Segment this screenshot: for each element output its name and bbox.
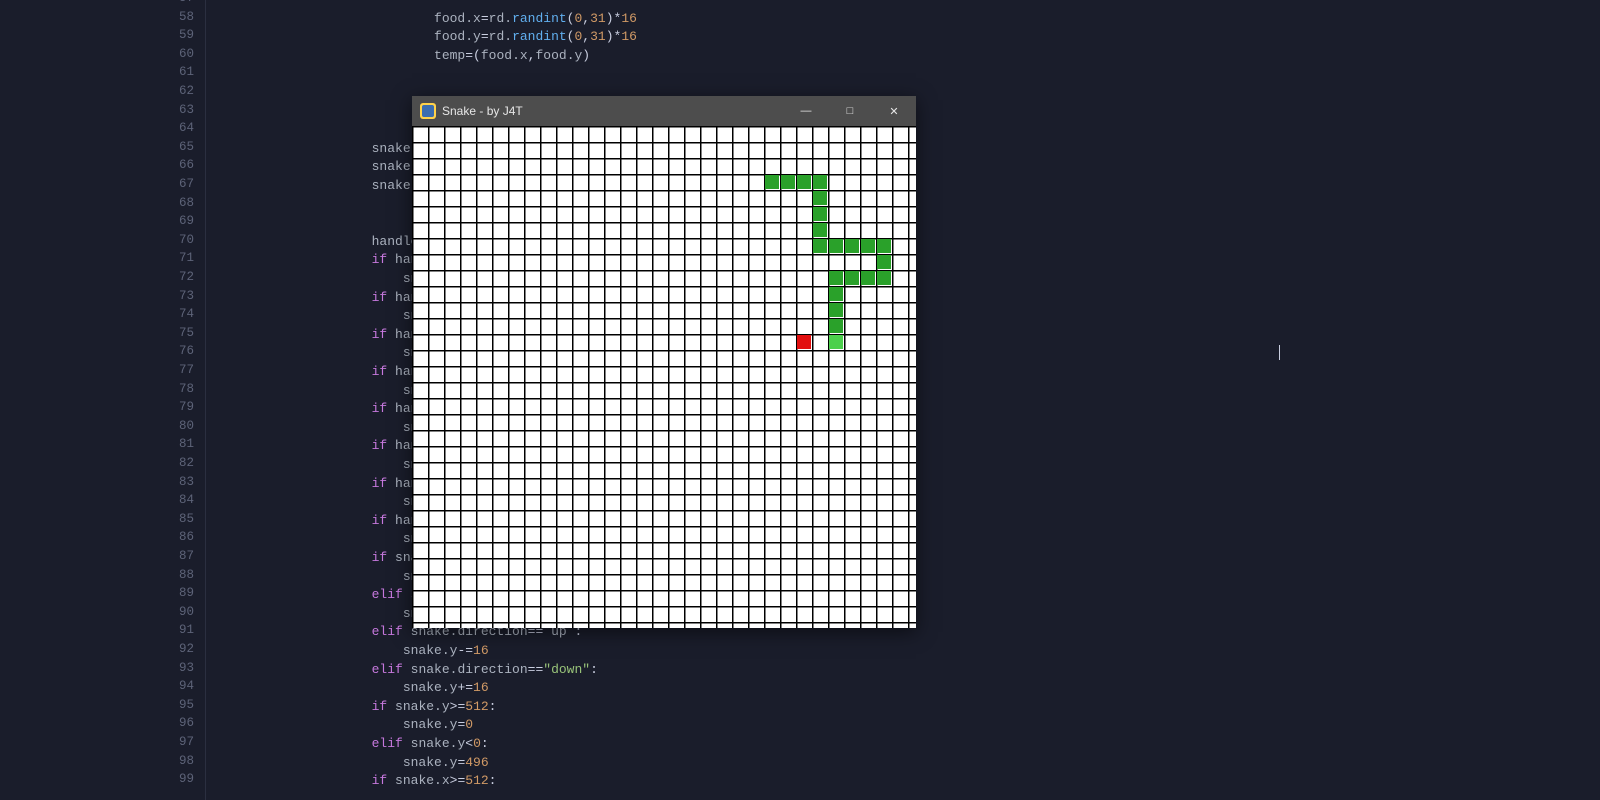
snake-segment: [877, 271, 891, 285]
line-number: 81: [154, 437, 194, 451]
snake-segment: [861, 271, 875, 285]
line-number: 71: [154, 251, 194, 265]
line-number: 88: [154, 568, 194, 582]
snake-segment: [829, 239, 843, 253]
line-number: 59: [154, 28, 194, 42]
code-line[interactable]: snake.y+=16: [278, 679, 489, 698]
line-number: 95: [154, 698, 194, 712]
game-window[interactable]: Snake - by J4T — □ ✕: [412, 96, 916, 628]
snake-segment: [861, 239, 875, 253]
line-number: 63: [154, 103, 194, 117]
line-number: 99: [154, 772, 194, 786]
line-number: 77: [154, 363, 194, 377]
line-number: 94: [154, 679, 194, 693]
line-number: 76: [154, 344, 194, 358]
line-number: 78: [154, 382, 194, 396]
line-number: 74: [154, 307, 194, 321]
line-number: 82: [154, 456, 194, 470]
line-number: 97: [154, 735, 194, 749]
window-titlebar[interactable]: Snake - by J4T — □ ✕: [412, 96, 916, 126]
game-grid: [412, 126, 916, 628]
line-number: 75: [154, 326, 194, 340]
text-cursor: [1279, 345, 1280, 360]
snake-segment: [829, 319, 843, 333]
window-title: Snake - by J4T: [442, 104, 784, 118]
line-number: 86: [154, 530, 194, 544]
snake-head: [829, 335, 843, 349]
line-number: 89: [154, 586, 194, 600]
code-line[interactable]: if snake.y>=512:: [278, 698, 496, 717]
line-number: 85: [154, 512, 194, 526]
snake-segment: [829, 271, 843, 285]
line-number: 84: [154, 493, 194, 507]
snake-segment: [829, 303, 843, 317]
line-number: 58: [154, 10, 194, 24]
snake-segment: [797, 175, 811, 189]
line-number: 69: [154, 214, 194, 228]
code-line[interactable]: snake.y=0: [278, 716, 473, 735]
snake-segment: [877, 255, 891, 269]
food: [797, 335, 811, 349]
code-line[interactable]: temp=(food.x,food.y): [278, 47, 590, 66]
line-number: 64: [154, 121, 194, 135]
code-line[interactable]: elif snake.y<0:: [278, 735, 489, 754]
line-number: 60: [154, 47, 194, 61]
line-number: 80: [154, 419, 194, 433]
snake-segment: [877, 239, 891, 253]
minimize-button[interactable]: —: [784, 96, 828, 126]
line-number: 65: [154, 140, 194, 154]
line-number: 98: [154, 754, 194, 768]
snake-segment: [845, 239, 859, 253]
line-number: 72: [154, 270, 194, 284]
line-number: 61: [154, 65, 194, 79]
line-number: 91: [154, 623, 194, 637]
line-number: 83: [154, 475, 194, 489]
line-number: 79: [154, 400, 194, 414]
snake-segment: [813, 191, 827, 205]
line-number: 66: [154, 158, 194, 172]
snake-segment: [813, 239, 827, 253]
snake-segment: [845, 271, 859, 285]
line-number: 93: [154, 661, 194, 675]
line-number: 57: [154, 0, 194, 5]
game-board[interactable]: [412, 126, 916, 628]
code-line[interactable]: snake.y-=16: [278, 642, 489, 661]
maximize-button[interactable]: □: [828, 96, 872, 126]
line-number: 87: [154, 549, 194, 563]
line-number: 62: [154, 84, 194, 98]
line-number: 73: [154, 289, 194, 303]
close-button[interactable]: ✕: [872, 96, 916, 126]
snake-segment: [813, 223, 827, 237]
snake-segment: [781, 175, 795, 189]
code-line[interactable]: food.y=rd.randint(0,31)*16: [278, 28, 637, 47]
line-number: 96: [154, 716, 194, 730]
code-line[interactable]: if snake.x>=512:: [278, 772, 496, 791]
code-line[interactable]: snake.y=496: [278, 754, 489, 773]
line-number: 92: [154, 642, 194, 656]
code-line[interactable]: elif snake.direction=="down":: [278, 661, 598, 680]
python-icon: [420, 103, 436, 119]
snake-segment: [813, 207, 827, 221]
line-number: 90: [154, 605, 194, 619]
line-number: 68: [154, 196, 194, 210]
snake-segment: [813, 175, 827, 189]
line-number-gutter: 57 58 59 60 61 62 63 64 65 66 67 68 69 70 71 72 73 74 75 76…: [0, 0, 206, 800]
line-number: 70: [154, 233, 194, 247]
line-number: 67: [154, 177, 194, 191]
code-line[interactable]: [278, 0, 496, 10]
snake-segment: [765, 175, 779, 189]
code-line[interactable]: food.x=rd.randint(0,31)*16: [278, 10, 637, 29]
snake-segment: [829, 287, 843, 301]
